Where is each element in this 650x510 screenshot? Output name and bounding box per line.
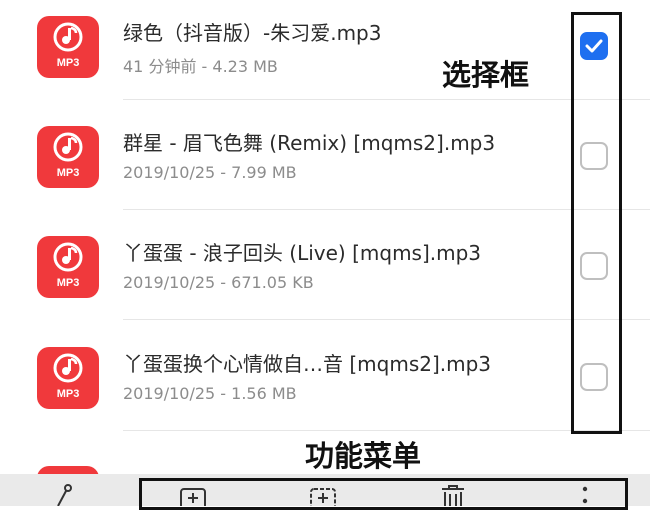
file-type-badge: MP3 [56, 388, 80, 400]
file-name: 丫蛋蛋换个心情做自…音 [mqms2].mp3 [123, 352, 492, 376]
annotation-function-menu: 功能菜单 [305, 439, 422, 473]
file-name: 绿色（抖音版）-朱习爱.mp3 [123, 21, 382, 45]
file-name: 群星 - 眉飞色舞 (Remix) [mqms2].mp3 [123, 131, 496, 155]
list-item[interactable]: MP3 绿色（抖音版）-朱习爱.mp3 41 分钟前 - 4.23 MB [0, 0, 650, 100]
file-type-badge: MP3 [56, 277, 80, 289]
mp3-file-icon: MP3 [37, 236, 99, 298]
list-item[interactable]: MP3 丫蛋蛋 - 浪子回头 (Live) [mqms].mp3 2019/10… [0, 209, 650, 320]
share-icon[interactable] [50, 484, 76, 506]
list-item[interactable]: MP3 群星 - 眉飞色舞 (Remix) [mqms2].mp3 2019/1… [0, 99, 650, 210]
mp3-file-icon: MP3 [37, 347, 99, 409]
music-note-icon [53, 22, 83, 52]
mp3-file-icon: MP3 [37, 126, 99, 188]
function-menu-highlight [139, 478, 628, 510]
file-meta: 2019/10/25 - 7.99 MB [123, 163, 297, 182]
mp3-file-icon: MP3 [37, 16, 99, 78]
music-note-icon [53, 353, 83, 383]
file-meta: 41 分钟前 - 4.23 MB [123, 57, 278, 76]
file-meta: 2019/10/25 - 1.56 MB [123, 384, 297, 403]
file-name: 丫蛋蛋 - 浪子回头 (Live) [mqms].mp3 [123, 241, 482, 265]
music-note-icon [53, 132, 83, 162]
list-item[interactable]: MP3 丫蛋蛋换个心情做自…音 [mqms2].mp3 2019/10/25 -… [0, 320, 650, 431]
file-type-badge: MP3 [56, 167, 80, 179]
annotation-select-box: 选择框 [442, 58, 530, 92]
file-meta: 2019/10/25 - 671.05 KB [123, 273, 314, 292]
file-type-badge: MP3 [56, 57, 80, 69]
select-box-highlight [571, 12, 622, 434]
music-note-icon [53, 242, 83, 272]
